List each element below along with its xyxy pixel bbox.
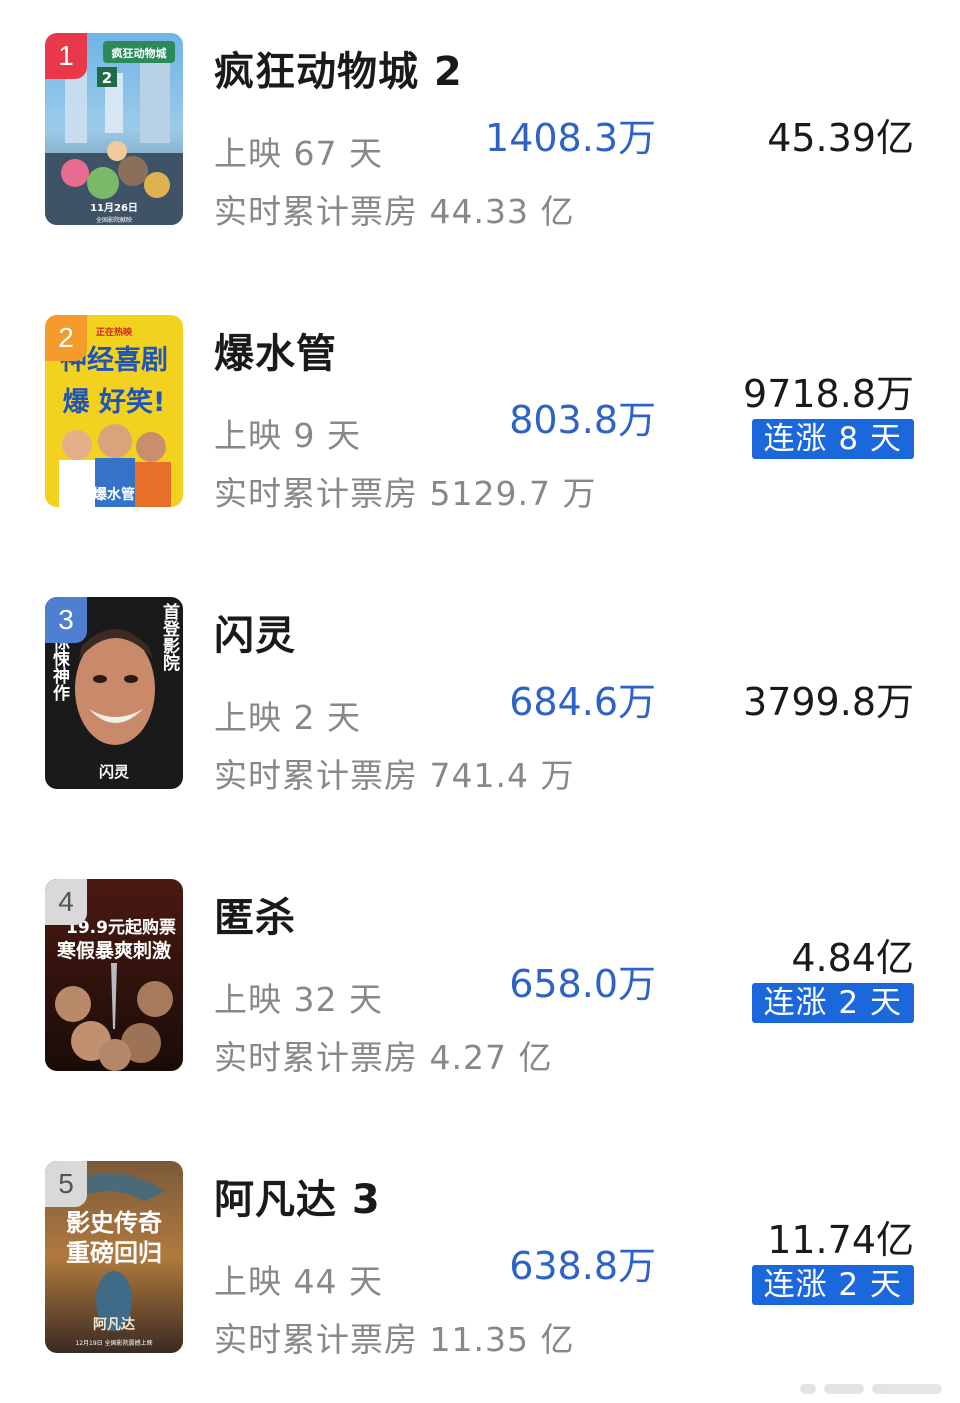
rank-badge: 4 xyxy=(45,879,87,925)
movie-row[interactable]: 正在热映 神经喜剧 爆 好笑! 爆水管 2 爆水管 上映 9 天 实时累计票房 … xyxy=(0,315,960,515)
cumulative-box-office: 实时累计票房 741.4 万 xyxy=(214,756,575,795)
movie-title[interactable]: 疯狂动物城 2 xyxy=(214,39,463,97)
movie-title[interactable]: 阿凡达 3 xyxy=(214,1167,381,1225)
today-box-office: 803.8万 xyxy=(509,398,656,442)
rank-badge: 3 xyxy=(45,597,87,643)
cumulative-box-office: 实时累计票房 44.33 亿 xyxy=(214,192,575,231)
poster-date: 11月26日 xyxy=(90,202,138,214)
total-box-office: 11.74亿 xyxy=(767,1218,914,1262)
movie-row[interactable]: 惊悚神作 首登影院 闪灵 3 闪灵 上映 2 天 实时累计票房 741.4 万 … xyxy=(0,597,960,797)
rank-number: 2 xyxy=(58,322,74,353)
rank-number: 4 xyxy=(58,886,74,917)
rising-streak-badge: 连涨 8 天 xyxy=(751,419,914,459)
movie-poster[interactable]: 惊悚神作 首登影院 闪灵 3 xyxy=(45,597,183,789)
poster-line-2: 重磅回归 xyxy=(66,1239,162,1267)
total-box-office: 9718.8万 xyxy=(743,372,914,416)
today-box-office: 658.0万 xyxy=(509,962,656,1006)
movie-row[interactable]: 疯狂动物城 2 11月26日 全国影院献映 1 疯狂动物城 2 上映 67 天 … xyxy=(0,33,960,233)
release-days: 上映 44 天 xyxy=(214,1262,383,1301)
poster-tag: 正在热映 xyxy=(96,326,133,338)
poster-right-text: 首登影院 xyxy=(159,602,181,671)
rank-badge: 5 xyxy=(45,1161,87,1207)
rank-number: 1 xyxy=(58,40,74,71)
total-box-office: 45.39亿 xyxy=(767,116,914,160)
poster-logo: 爆水管 xyxy=(93,486,135,503)
poster-line-1: 影史传奇 xyxy=(66,1209,162,1237)
total-box-office: 4.84亿 xyxy=(791,936,914,980)
rank-number: 5 xyxy=(58,1168,74,1199)
rank-badge: 2 xyxy=(45,315,87,361)
movie-row[interactable]: 19.9元起购票 寒假暴爽刺激 4 匿杀 上映 32 天 实时累计票房 4.27… xyxy=(0,879,960,1079)
movie-poster[interactable]: 19.9元起购票 寒假暴爽刺激 4 xyxy=(45,879,183,1071)
release-days: 上映 9 天 xyxy=(214,416,361,455)
movie-poster[interactable]: 正在热映 神经喜剧 爆 好笑! 爆水管 2 xyxy=(45,315,183,507)
today-box-office: 638.8万 xyxy=(509,1244,656,1288)
poster-subtitle: 全国影院献映 xyxy=(96,216,132,224)
movie-title[interactable]: 爆水管 xyxy=(214,321,337,379)
poster-number: 2 xyxy=(102,69,112,87)
movie-title[interactable]: 闪灵 xyxy=(214,603,296,661)
rising-streak-badge: 连涨 2 天 xyxy=(751,1265,914,1305)
rank-badge: 1 xyxy=(45,33,87,79)
release-days: 上映 2 天 xyxy=(214,698,361,737)
total-box-office: 3799.8万 xyxy=(743,680,914,724)
release-days: 上映 32 天 xyxy=(214,980,383,1019)
poster-logo: 闪灵 xyxy=(99,763,130,781)
movie-poster[interactable]: 影史传奇 重磅回归 阿凡达 12月19日 全国影院震撼上映 5 xyxy=(45,1161,183,1353)
poster-line-2: 爆 好笑! xyxy=(63,386,166,418)
poster-logo: 阿凡达 xyxy=(93,1316,135,1333)
today-box-office: 684.6万 xyxy=(509,680,656,724)
cumulative-box-office: 实时累计票房 5129.7 万 xyxy=(214,474,597,513)
today-box-office: 1408.3万 xyxy=(485,116,656,160)
cumulative-box-office: 实时累计票房 4.27 亿 xyxy=(214,1038,553,1077)
watermark-bar xyxy=(800,1381,950,1397)
rank-number: 3 xyxy=(58,604,74,635)
poster-date: 12月19日 全国影院震撼上映 xyxy=(75,1339,152,1347)
cumulative-box-office: 实时累计票房 11.35 亿 xyxy=(214,1320,575,1359)
poster-logo: 疯狂动物城 xyxy=(112,46,167,60)
release-days: 上映 67 天 xyxy=(214,134,383,173)
poster-line-2: 寒假暴爽刺激 xyxy=(57,939,171,962)
movie-title[interactable]: 匿杀 xyxy=(214,885,296,943)
movie-poster[interactable]: 疯狂动物城 2 11月26日 全国影院献映 1 xyxy=(45,33,183,225)
movie-row[interactable]: 影史传奇 重磅回归 阿凡达 12月19日 全国影院震撼上映 5 阿凡达 3 上映… xyxy=(0,1161,960,1361)
rising-streak-badge: 连涨 2 天 xyxy=(751,983,914,1023)
